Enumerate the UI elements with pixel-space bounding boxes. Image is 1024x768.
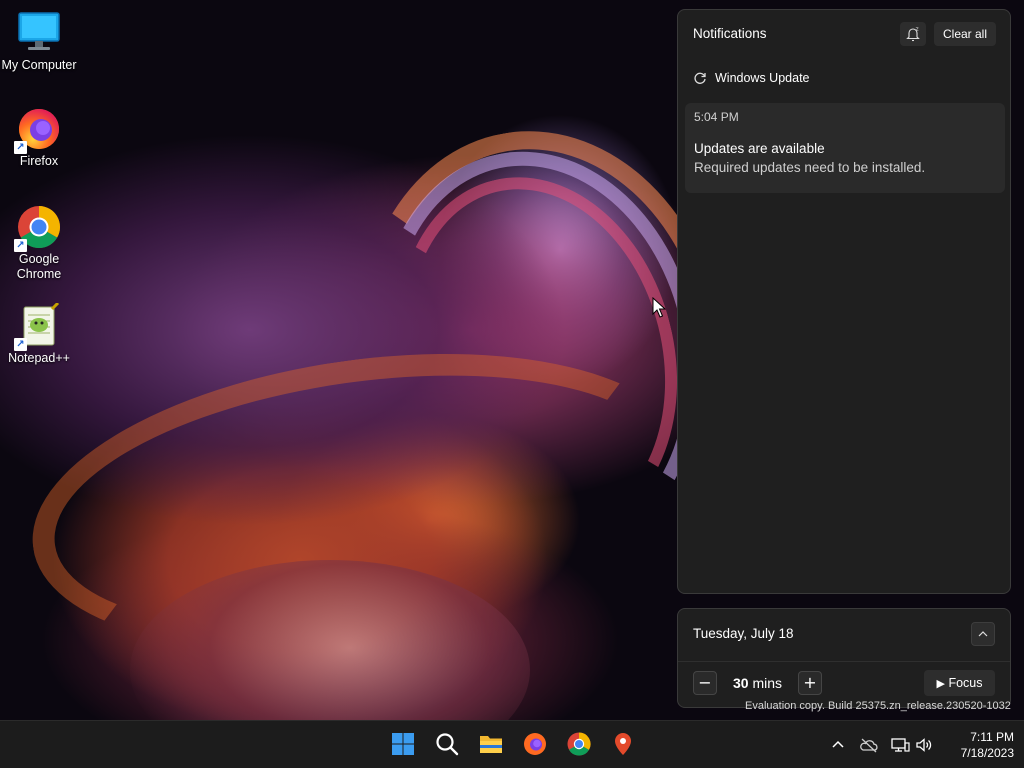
file-explorer-icon (480, 736, 502, 753)
onedrive-status-button[interactable] (859, 735, 879, 755)
clear-all-button[interactable]: Clear all (934, 22, 996, 46)
mouse-cursor-icon (652, 297, 666, 318)
search-icon (436, 733, 459, 756)
file-explorer-button[interactable] (478, 731, 504, 757)
focus-increase-button[interactable]: + (798, 671, 822, 695)
desktop-icon-label: Notepad++ (8, 351, 70, 365)
chrome-icon (567, 732, 591, 756)
calendar-date[interactable]: Tuesday, July 18 (693, 626, 794, 641)
maps-icon (615, 733, 631, 755)
focus-decrease-button[interactable]: − (693, 671, 717, 695)
desktop-icon-google-chrome[interactable]: ↗ Google Chrome (0, 204, 78, 282)
onedrive-icon (860, 738, 878, 753)
volume-button[interactable] (914, 735, 934, 755)
bell-snooze-icon: z (906, 26, 920, 42)
desktop-icon-notepad-plus-plus[interactable]: ↗ Notepad++ (0, 301, 78, 366)
chevron-up-icon (978, 631, 988, 637)
desktop-icon-label: Google Chrome (16, 252, 62, 281)
shortcut-arrow-icon: ↗ (14, 239, 27, 252)
taskbar: 7:11 PM 7/18/2023 (0, 720, 1024, 768)
divider (678, 661, 1010, 662)
chevron-up-icon (832, 740, 844, 748)
firefox-icon: ↗ (14, 106, 62, 154)
collapse-calendar-button[interactable] (971, 622, 995, 646)
maps-taskbar-button[interactable] (610, 731, 636, 757)
volume-icon (916, 738, 932, 752)
focus-button-label: Focus (948, 676, 983, 690)
start-button[interactable] (390, 731, 416, 757)
firefox-icon (524, 733, 546, 755)
calendar-focus-panel: Tuesday, July 18 − 30 mins + ▶ Focus (677, 608, 1011, 708)
focus-duration-value: 30 (733, 675, 749, 691)
play-icon: ▶ (936, 678, 945, 690)
focus-duration-unit: mins (752, 675, 783, 691)
notification-time: 5:04 PM (694, 110, 739, 124)
clock-date: 7/18/2023 (960, 746, 1014, 760)
start-icon (392, 733, 414, 755)
notification-center: Notifications z Clear all Windows Update… (677, 9, 1011, 594)
clock-time: 7:11 PM (970, 730, 1014, 744)
desktop-icon-label: Firefox (19, 154, 59, 168)
firefox-taskbar-button[interactable] (522, 731, 548, 757)
start-focus-button[interactable]: ▶ Focus (924, 670, 995, 696)
notification-heading: Updates are available (694, 141, 825, 156)
notification-group-header: Windows Update (693, 69, 810, 87)
desktop-icon-firefox[interactable]: ↗ Firefox (0, 106, 78, 169)
chrome-taskbar-button[interactable] (566, 731, 592, 757)
chrome-icon: ↗ (14, 204, 62, 252)
svg-text:z: z (916, 26, 919, 33)
notification-card[interactable]: 5:04 PM Updates are available Required u… (685, 103, 1005, 193)
notepad-plus-plus-icon: ↗ (14, 301, 62, 351)
shortcut-arrow-icon: ↗ (14, 338, 27, 351)
notifications-title: Notifications (693, 26, 767, 41)
network-icon (891, 738, 910, 752)
notification-app-name: Windows Update (715, 71, 810, 85)
monitor-icon (16, 10, 62, 56)
show-hidden-icons-button[interactable] (828, 735, 848, 755)
focus-duration: 30 mins (733, 675, 782, 691)
desktop-icon-label: My Computer (1, 58, 77, 72)
evaluation-watermark: Evaluation copy. Build 25375.zn_release.… (745, 700, 1011, 712)
do-not-disturb-button[interactable]: z (900, 22, 926, 46)
desktop-icon-my-computer[interactable]: My Computer (0, 10, 78, 73)
notification-body: Required updates need to be installed. (694, 160, 926, 175)
refresh-icon (694, 72, 706, 84)
shortcut-arrow-icon: ↗ (14, 141, 27, 154)
search-button[interactable] (434, 731, 460, 757)
network-status-button[interactable] (890, 735, 910, 755)
taskbar-clock[interactable]: 7:11 PM 7/18/2023 (944, 729, 1014, 761)
